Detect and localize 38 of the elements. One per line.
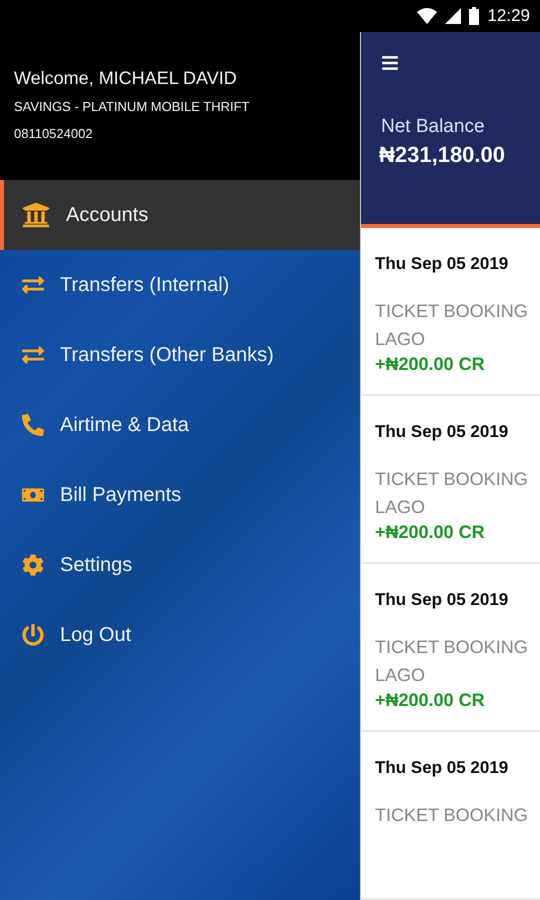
signal-icon — [445, 8, 462, 24]
bank-icon — [22, 201, 50, 229]
menu-item[interactable]: Log Out — [0, 600, 360, 670]
menu-icon[interactable] — [381, 54, 401, 72]
balance-label: Net Balance — [381, 116, 486, 138]
welcome-text: Welcome, MICHAEL DAVID — [14, 68, 238, 89]
transaction-amount: +₦200.00 CR — [375, 690, 486, 711]
wifi-icon — [417, 8, 438, 24]
transaction-date: Thu Sep 05 2019 — [375, 758, 510, 778]
arrows-icon — [22, 274, 44, 296]
transaction-description: TICKET BOOKING LAGO — [375, 636, 529, 688]
transaction-card[interactable]: Thu Sep 05 2019 TICKET BOOKING LAGO +₦200.00 CR — [361, 396, 540, 564]
menu-item[interactable]: Transfers (Internal) — [0, 250, 360, 320]
transaction-amount: +₦200.00 CR — [375, 354, 486, 376]
transaction-amount: +₦200.00 CR — [375, 522, 486, 544]
battery-icon — [469, 7, 480, 25]
balance-amount: ₦231,180.00 — [379, 142, 506, 168]
menu-item[interactable]: Bill Payments — [0, 460, 360, 530]
transaction-card[interactable]: Thu Sep 05 2019 TICKET BOOKING — [361, 732, 540, 900]
transaction-description: TICKET BOOKING — [375, 804, 529, 828]
transaction-card[interactable]: Thu Sep 05 2019 TICKET BOOKING LAGO +₦200.00 CR — [361, 228, 540, 396]
menu-item[interactable]: Transfers (Other Banks) — [0, 320, 360, 390]
power-icon — [22, 624, 44, 646]
transaction-date: Thu Sep 05 2019 — [375, 590, 510, 610]
transaction-card[interactable]: Thu Sep 05 2019 TICKET BOOKING LAGO +₦200.00 CR — [361, 564, 540, 732]
transaction-description: TICKET BOOKING LAGO — [375, 300, 529, 352]
transaction-date: Thu Sep 05 2019 — [375, 422, 510, 442]
clock-time: 12:29 — [487, 6, 530, 26]
phone-icon — [22, 414, 44, 436]
menu-item[interactable]: Settings — [0, 530, 360, 600]
menu-item[interactable]: Airtime & Data — [0, 390, 360, 460]
transaction-description: TICKET BOOKING LAGO — [375, 468, 529, 520]
transaction-date: Thu Sep 05 2019 — [375, 254, 510, 274]
menu-item[interactable]: Accounts — [0, 180, 360, 250]
account-number: 08110524002 — [14, 126, 94, 141]
account-type: SAVINGS - PLATINUM MOBILE THRIFT — [14, 99, 250, 114]
arrows-icon — [22, 344, 44, 366]
gear-icon — [22, 554, 44, 576]
